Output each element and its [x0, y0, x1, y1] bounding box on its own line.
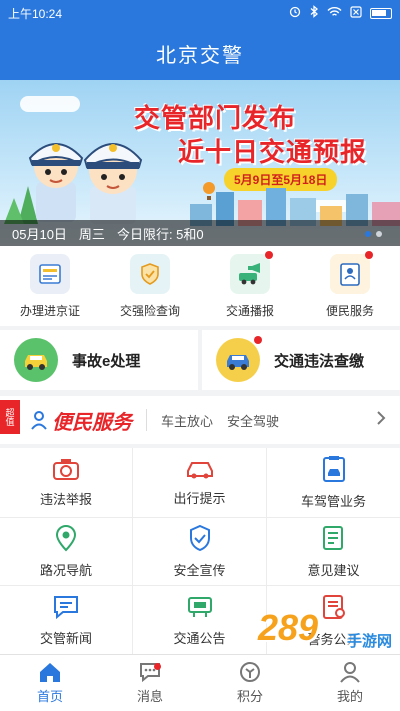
banner-caption: 05月10日 周三 今日限行: 5和0 — [0, 220, 400, 246]
grid-item-violation-report[interactable]: 违法举报 — [0, 448, 133, 518]
caption-weekday: 周三 — [78, 226, 105, 242]
accident-car-icon — [14, 338, 58, 382]
id-card-icon — [330, 251, 373, 294]
bottom-tab-bar: 首页 消息 积分 我的 — [0, 654, 400, 711]
alarm-icon — [289, 6, 301, 21]
grid-item-feedback[interactable]: 意见建议 — [267, 518, 400, 586]
service-tag: 安全驾驶 — [227, 413, 280, 429]
app-screen: 上午10:24 北京交警 交管部门发布 近十日交通预报 5月9日至5月18日 0… — [0, 0, 400, 711]
banner-headline-2: 近十日交通预报 — [178, 138, 368, 168]
promo-ribbon: 超值 — [0, 400, 20, 434]
grid-item-travel-tips[interactable]: 出行提示 — [133, 448, 267, 518]
insurance-shield-icon — [130, 254, 170, 294]
quick-action-convenience-badge — [365, 251, 373, 259]
tab-profile[interactable]: 我的 — [300, 655, 400, 711]
tab-home[interactable]: 首页 — [0, 655, 100, 711]
caption-date: 05月10日 — [12, 226, 67, 242]
wifi-icon — [327, 6, 342, 21]
violation-query-button[interactable]: 交通违法查缴 — [202, 330, 400, 390]
grid-item-vehicle-license[interactable]: 车驾管业务 — [267, 448, 400, 518]
quick-action-insurance[interactable]: 交强险查询 — [100, 246, 200, 326]
status-time: 上午10:24 — [8, 6, 63, 21]
quick-action-permit[interactable]: 办理进京证 — [0, 246, 100, 326]
status-bar: 上午10:24 — [0, 0, 400, 26]
points-icon — [240, 662, 260, 682]
tab-points[interactable]: 积分 — [200, 655, 300, 711]
home-icon — [40, 663, 60, 682]
user-icon — [340, 662, 360, 683]
accident-handling-button[interactable]: 事故e处理 — [0, 330, 198, 390]
police-illustration — [4, 143, 143, 224]
banner-pagination[interactable] — [365, 231, 382, 237]
notice-board-icon — [187, 597, 212, 617]
person-icon — [31, 411, 47, 430]
site-watermark: 289 手游网 — [258, 607, 394, 651]
shield-check-icon — [189, 524, 210, 552]
service-tag: 车主放心 — [161, 413, 214, 429]
banner-headline-1: 交管部门发布 — [134, 104, 297, 134]
chat-news-icon — [54, 596, 78, 620]
grid-item-safety-promotion[interactable]: 安全宣传 — [133, 518, 267, 586]
permit-card-icon — [30, 254, 70, 294]
quick-action-broadcast-badge — [265, 251, 273, 259]
banner-dot-1[interactable] — [365, 231, 371, 237]
quick-action-broadcast[interactable]: 交通播报 — [200, 246, 300, 326]
quick-actions: 办理进京证 交强险查询 交通播报 便民服务 — [0, 246, 400, 326]
sim-icon — [350, 5, 362, 21]
violation-car-icon — [216, 336, 262, 382]
promo-banner[interactable]: 交管部门发布 近十日交通预报 5月9日至5月18日 05月10日 周三 今日限行… — [0, 80, 400, 246]
service-strip[interactable]: 超值 便民服务 车主放心 安全驾驶 — [0, 396, 400, 444]
bluetooth-icon — [309, 5, 319, 21]
broadcast-car-icon — [230, 251, 273, 294]
clipboard-car-icon — [322, 456, 345, 482]
caption-limit: 今日限行: 5和0 — [116, 226, 204, 242]
location-pin-icon — [55, 524, 77, 552]
primary-actions: 事故e处理 交通违法查缴 — [0, 330, 400, 390]
battery-icon — [370, 7, 392, 19]
grid-item-traffic-navigation[interactable]: 路况导航 — [0, 518, 133, 586]
tab-messages-badge — [154, 663, 161, 670]
camera-icon — [53, 459, 79, 480]
tab-messages[interactable]: 消息 — [100, 655, 200, 711]
convenience-service-logo: 便民服务 — [30, 406, 132, 435]
top-bar: 上午10:24 北京交警 — [0, 0, 400, 80]
chevron-right-icon[interactable] — [376, 410, 400, 431]
note-pen-icon — [322, 526, 343, 550]
page-title: 北京交警 — [156, 44, 244, 67]
quick-action-convenience[interactable]: 便民服务 — [300, 246, 400, 326]
car-icon — [186, 462, 213, 479]
banner-dot-2[interactable] — [376, 231, 382, 237]
grid-item-traffic-news[interactable]: 交管新闻 — [0, 586, 133, 656]
violation-query-badge — [254, 336, 262, 344]
